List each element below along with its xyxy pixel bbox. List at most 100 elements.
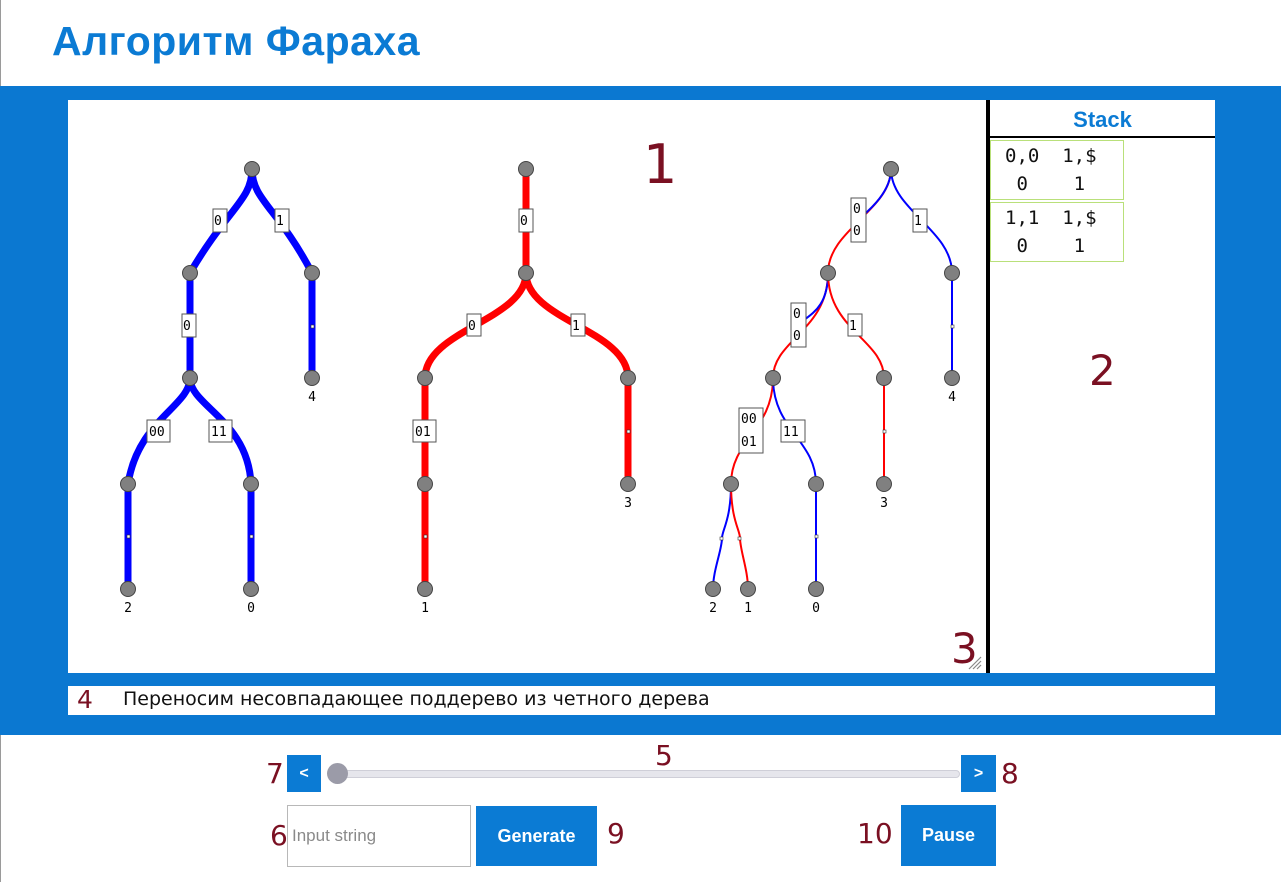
tree-node <box>740 581 756 597</box>
stack-item: 0,0 1,$ 0 1 <box>990 140 1124 200</box>
edge-label: 1 <box>572 319 580 334</box>
marker-9: 9 <box>607 817 625 850</box>
pause-button[interactable]: Pause <box>901 805 996 866</box>
edge-label: 11 <box>783 425 799 440</box>
leaf-label: 2 <box>709 601 717 616</box>
edge-label: 1 <box>276 214 284 229</box>
edge-midpoint <box>950 324 955 329</box>
tree-node <box>944 265 960 281</box>
tree-node <box>417 476 433 492</box>
edge-label: 0 <box>520 214 528 229</box>
marker-7: 7 <box>266 757 284 790</box>
tree-node <box>820 265 836 281</box>
edge-label: 01 <box>741 435 757 450</box>
edge-midpoint <box>626 429 631 434</box>
leaf-label: 0 <box>247 601 255 616</box>
tree-node <box>182 265 198 281</box>
marker-6: 6 <box>270 819 288 852</box>
edge-midpoint <box>737 536 742 541</box>
leaf-label: 0 <box>812 601 820 616</box>
tree-node <box>808 581 824 597</box>
tree-node <box>417 370 433 386</box>
tree-node <box>705 581 721 597</box>
tree-edge <box>730 483 749 590</box>
tree-node <box>304 265 320 281</box>
tree-node <box>120 476 136 492</box>
tree-edge <box>712 483 732 590</box>
edge-label: 00 <box>149 425 165 440</box>
edge-label: 01 <box>415 425 431 440</box>
status-message: Переносим несовпадающее поддерево из чет… <box>123 688 710 710</box>
edge-label: 11 <box>211 425 227 440</box>
stack-item-line: 0 1 <box>1005 173 1086 195</box>
stack-title: Stack <box>990 100 1215 138</box>
marker-3: 3 <box>951 624 978 673</box>
edge-midpoint <box>423 534 428 539</box>
marker-10: 10 <box>857 817 893 850</box>
tree-node <box>876 370 892 386</box>
tree-node <box>620 476 636 492</box>
tree-canvas: 0 1 0 00 11 0 0 1 01 0 0 1 0 0 1 00 01 1… <box>68 100 986 673</box>
tree-node <box>765 370 781 386</box>
leaf-label: 3 <box>624 496 632 511</box>
leaf-label: 4 <box>308 390 316 405</box>
leaf-label: 3 <box>880 496 888 511</box>
tree-nodes <box>120 161 960 597</box>
step-slider[interactable] <box>330 770 960 778</box>
tree-node <box>243 581 259 597</box>
tree-node <box>244 161 260 177</box>
edge-midpoint <box>249 534 254 539</box>
marker-5: 5 <box>655 739 673 772</box>
tree-node <box>944 370 960 386</box>
stack-item-line: 1,1 1,$ <box>1005 207 1097 229</box>
input-string-field[interactable] <box>287 805 471 867</box>
edge-label-boxes <box>146 197 928 454</box>
edge-midpoint <box>719 536 724 541</box>
stack-item: 1,1 1,$ 0 1 <box>990 202 1124 262</box>
stack-item-line: 0 1 <box>1005 235 1086 257</box>
edge-label: 1 <box>849 319 857 334</box>
leaf-label: 2 <box>124 601 132 616</box>
tree-node <box>243 476 259 492</box>
marker-4: 4 <box>77 685 93 714</box>
edge-label: 1 <box>914 214 922 229</box>
edge-label: 00 <box>741 412 757 427</box>
edge-label: 0 <box>214 214 222 229</box>
edge-midpoint <box>310 324 315 329</box>
edge-label: 0 <box>183 319 191 334</box>
leaf-label: 1 <box>421 601 429 616</box>
prev-step-button[interactable]: < <box>287 755 321 792</box>
edge-label: 0 <box>793 329 801 344</box>
tree-node <box>883 161 899 177</box>
next-step-button[interactable]: > <box>961 755 996 792</box>
tree-node <box>120 581 136 597</box>
marker-1: 1 <box>643 133 678 196</box>
page-title: Алгоритм Фараха <box>52 18 421 64</box>
stack-list: 0,0 1,$ 0 1 1,1 1,$ 0 1 <box>990 140 1124 264</box>
tree-node <box>876 476 892 492</box>
tree-node <box>518 265 534 281</box>
step-slider-thumb[interactable] <box>327 763 348 784</box>
generate-button[interactable]: Generate <box>476 806 597 866</box>
marker-8: 8 <box>1001 757 1019 790</box>
tree-node <box>304 370 320 386</box>
tree-node <box>518 161 534 177</box>
stack-item-line: 0,0 1,$ <box>1005 145 1097 167</box>
leaf-label: 1 <box>744 601 752 616</box>
leaf-label: 4 <box>948 390 956 405</box>
edge-label: 0 <box>853 202 861 217</box>
edge-label: 0 <box>793 307 801 322</box>
tree-visualization: 0 1 0 00 11 0 0 1 01 0 0 1 0 0 1 00 01 1… <box>120 161 960 616</box>
tree-node <box>182 370 198 386</box>
tree-node <box>620 370 636 386</box>
edge-midpoint <box>882 429 887 434</box>
marker-2: 2 <box>1089 346 1116 395</box>
edge-label: 0 <box>468 319 476 334</box>
tree-node <box>808 476 824 492</box>
edge-midpoint <box>814 534 819 539</box>
edge-label: 0 <box>853 224 861 239</box>
edge-midpoint <box>126 534 131 539</box>
tree-node <box>417 581 433 597</box>
tree-node <box>723 476 739 492</box>
status-bar: Переносим несовпадающее поддерево из чет… <box>68 686 1215 715</box>
